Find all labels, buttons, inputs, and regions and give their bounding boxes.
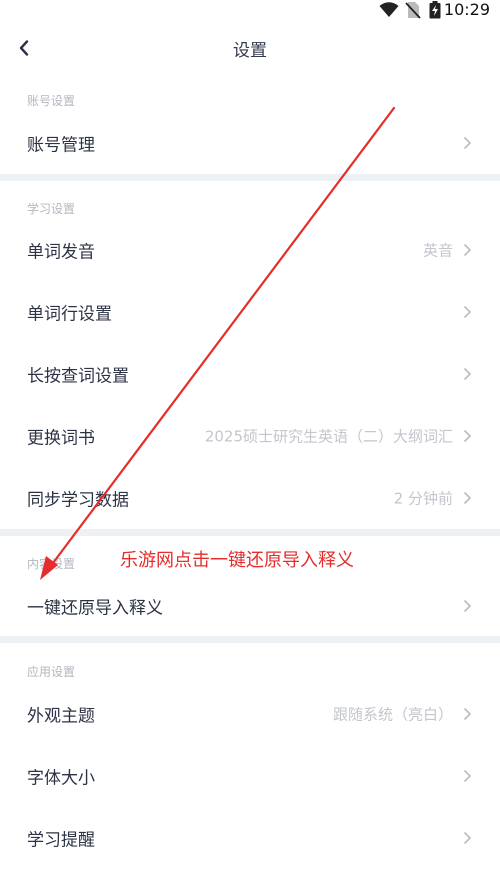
row-value: 2025硕士研究生英语（二）大纲词汇	[204, 427, 453, 446]
page-title: 设置	[233, 41, 267, 61]
row-value: 跟随系统（亮白）	[332, 705, 453, 724]
annotation-text: 乐游网点击一键还原导入释义	[120, 550, 354, 571]
row-appearance-theme[interactable]: 外观主题 跟随系统（亮白）	[0, 683, 500, 745]
chevron-right-icon	[463, 491, 472, 505]
row-label: 一键还原导入释义	[27, 598, 163, 619]
row-label: 同步学习数据	[27, 490, 129, 511]
battery-charging-icon	[429, 1, 441, 23]
row-word-line-settings[interactable]: 单词行设置	[0, 281, 500, 343]
row-restore-imported-definitions[interactable]: 一键还原导入释义	[0, 575, 500, 637]
chevron-right-icon	[463, 769, 472, 783]
chevron-right-icon	[463, 305, 472, 319]
no-sim-icon	[405, 1, 421, 23]
row-label: 学习提醒	[27, 830, 95, 851]
chevron-right-icon	[463, 243, 472, 257]
section-label-account: 账号设置	[27, 94, 76, 108]
row-label: 外观主题	[27, 706, 95, 727]
row-label: 单词发音	[27, 242, 95, 263]
row-sync-study-data[interactable]: 同步学习数据 2 分钟前	[0, 467, 500, 529]
row-label: 字体大小	[27, 768, 95, 789]
status-time: 10:29	[443, 0, 490, 19]
status-bar: 10:29	[0, 0, 500, 22]
row-long-press-lookup[interactable]: 长按查词设置	[0, 343, 500, 405]
row-label: 长按查词设置	[27, 366, 129, 387]
section-divider	[0, 636, 500, 643]
row-label: 单词行设置	[27, 304, 112, 325]
section-label-study: 学习设置	[27, 202, 76, 216]
row-font-size[interactable]: 字体大小	[0, 745, 500, 807]
row-account-management[interactable]: 账号管理	[0, 112, 500, 174]
section-divider	[0, 174, 500, 181]
row-label: 账号管理	[27, 135, 95, 156]
chevron-right-icon	[463, 429, 472, 443]
settings-screen: 10:29 设置 账号设置 账号管理 学习设置 单词发音 英音 单词行设置 长按…	[0, 0, 500, 880]
section-divider	[0, 529, 500, 536]
row-label: 更换词书	[27, 428, 95, 449]
chevron-right-icon	[463, 136, 472, 150]
header: 设置	[0, 26, 500, 70]
row-study-reminder[interactable]: 学习提醒	[0, 807, 500, 869]
section-label-content: 内容设置	[27, 557, 76, 571]
wifi-icon	[379, 2, 399, 22]
row-word-pronunciation[interactable]: 单词发音 英音	[0, 219, 500, 281]
chevron-right-icon	[463, 831, 472, 845]
chevron-right-icon	[463, 707, 472, 721]
chevron-right-icon	[463, 367, 472, 381]
row-value: 2 分钟前	[393, 489, 453, 508]
row-change-wordbook[interactable]: 更换词书 2025硕士研究生英语（二）大纲词汇	[0, 405, 500, 467]
section-label-app: 应用设置	[27, 665, 76, 679]
row-value: 英音	[422, 241, 453, 260]
chevron-right-icon	[463, 599, 472, 613]
